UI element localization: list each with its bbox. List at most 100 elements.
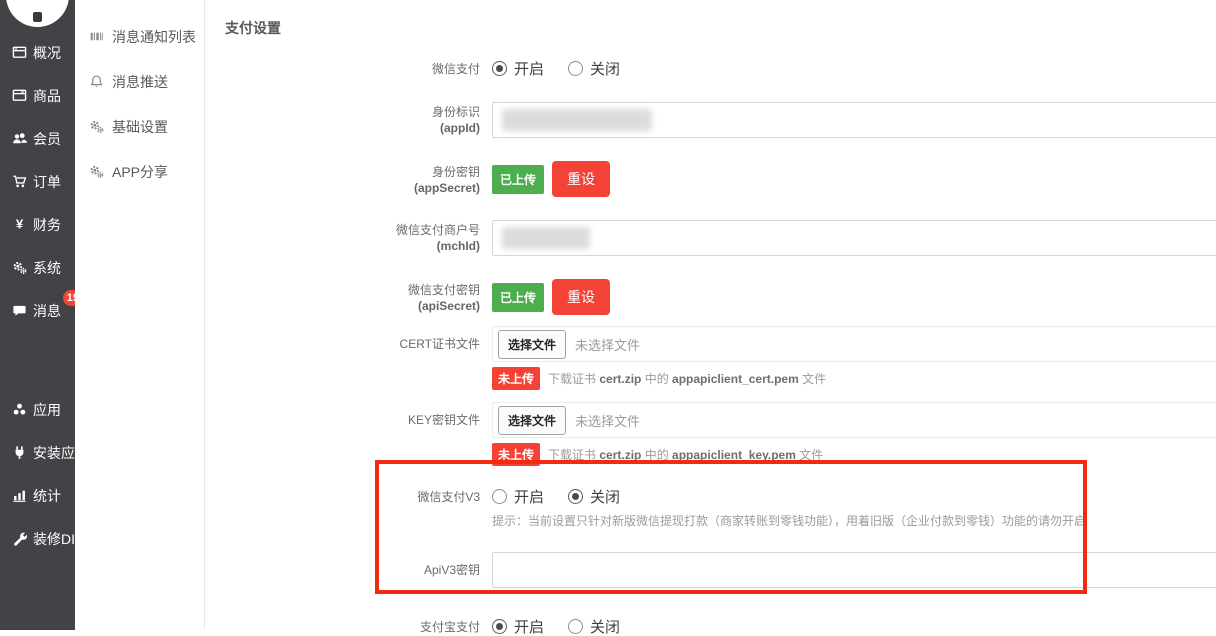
redacted-value [502,227,590,249]
app-secret-row: 身份密钥 (appSecret) 已上传 重设 [225,162,1216,196]
sidebar-item-label: 概况 [33,43,61,63]
wechat-pay-off-radio[interactable] [568,61,583,76]
main-sidebar: 概况 商品 会员 订单 [0,0,75,630]
submenu-item-label: APP分享 [112,162,168,182]
submenu-item-label: 消息推送 [112,72,168,92]
key-choose-file-button[interactable]: 选择文件 [498,406,566,435]
alipay-off-label[interactable]: 关闭 [590,616,620,636]
sidebar-item-label: 应用 [33,400,61,420]
apps-icon [11,402,27,418]
goods-icon [11,88,27,104]
wechat-v3-label: 微信支付V3 [225,486,492,530]
cert-file-hint: 下载证书 cert.zip 中的 appapiclient_cert.pem 文… [548,370,826,387]
app-secret-uploaded-badge: 已上传 [492,165,544,194]
alipay-label: 支付宝支付 [225,616,492,636]
submenu-item-basic-settings[interactable]: 基础设置 [75,104,204,149]
payment-settings-page: 支付设置 微信支付 开启 关闭 身份标识 (appId) [205,0,1216,636]
mch-id-input[interactable] [492,220,1216,256]
cert-file-row: CERT证书文件 选择文件 未选择文件 未上传 下载证书 cert.zip 中的… [225,326,1216,388]
api-secret-uploaded-badge: 已上传 [492,283,544,312]
admin-app: 概况 商品 会员 订单 [0,0,1216,636]
sidebar-item-finance[interactable]: ¥ 财务 [0,203,75,246]
cert-file-label: CERT证书文件 [225,326,492,388]
apiv3-key-label: ApiV3密钥 [225,552,492,588]
wechat-v3-on-radio[interactable] [492,489,507,504]
members-icon [11,131,27,147]
app-id-input[interactable] [492,102,1216,138]
alipay-row: 支付宝支付 开启 关闭 [225,616,1216,636]
sidebar-item-label: 订单 [33,172,61,192]
stats-icon [11,488,27,504]
key-file-hint: 下载证书 cert.zip 中的 appapiclient_key.pem 文件 [548,446,823,463]
api-secret-reset-button[interactable]: 重设 [552,279,610,315]
wechat-v3-on-label[interactable]: 开启 [514,486,544,507]
system-icon [11,260,27,276]
list-icon [88,29,104,45]
sidebar-item-label: 消息 19 [33,301,61,321]
cert-choose-file-button[interactable]: 选择文件 [498,330,566,359]
sidebar-item-messages[interactable]: 消息 19 [0,289,75,332]
sidebar-item-label: 商品 [33,86,61,106]
api-secret-row: 微信支付密钥 (apiSecret) 已上传 重设 [225,280,1216,314]
wechat-v3-off-label[interactable]: 关闭 [590,486,620,507]
apiv3-key-input[interactable] [492,552,1216,588]
sidebar-item-label: 系统 [33,258,61,278]
apiv3-key-row: ApiV3密钥 [225,552,1216,588]
diy-icon [11,531,27,547]
submenu-item-message-push[interactable]: 消息推送 [75,59,204,104]
wechat-pay-row: 微信支付 开启 关闭 [225,58,1216,78]
app-id-label: 身份标识 (appId) [225,102,492,138]
submenu-item-label: 消息通知列表 [112,27,196,47]
finance-icon: ¥ [11,217,27,233]
sidebar-item-orders[interactable]: 订单 [0,160,75,203]
wechat-pay-off-label[interactable]: 关闭 [590,58,620,79]
alipay-on-radio[interactable] [492,619,507,634]
sidebar-item-install-apps[interactable]: 安装应用 [0,431,75,474]
gears-icon [88,164,104,180]
sidebar-item-diy[interactable]: 装修DIY [0,517,75,560]
wechat-pay-label: 微信支付 [225,58,492,78]
app-secret-reset-button[interactable]: 重设 [552,161,610,197]
orders-icon [11,174,27,190]
submenu-item-message-list[interactable]: 消息通知列表 [75,14,204,59]
cert-no-file-text: 未选择文件 [575,335,640,354]
install-apps-icon [11,445,27,461]
app-id-row: 身份标识 (appId) [225,102,1216,138]
overview-icon [11,45,27,61]
wechat-v3-off-radio[interactable] [568,489,583,504]
sidebar-item-goods[interactable]: 商品 [0,74,75,117]
avatar-image [33,12,42,22]
sidebar-gap [0,332,75,388]
wechat-v3-row: 微信支付V3 开启 关闭 提示：当前设置只针对新版微信提现打款（商家转账到零钱功… [225,486,1216,530]
settings-submenu: 消息通知列表 消息推送 基础设置 APP分享 [75,0,205,630]
main-nav: 概况 商品 会员 订单 [0,0,75,560]
cert-file-input[interactable]: 选择文件 未选择文件 [492,326,1216,362]
alipay-off-radio[interactable] [568,619,583,634]
bell-icon [88,74,104,90]
svg-text:¥: ¥ [15,217,23,232]
wechat-pay-on-label[interactable]: 开启 [514,58,544,79]
key-file-input[interactable]: 选择文件 未选择文件 [492,402,1216,438]
messages-icon [11,303,27,319]
mch-id-row: 微信支付商户号 (mchId) [225,220,1216,256]
wechat-v3-hint: 提示：当前设置只针对新版微信提现打款（商家转账到零钱功能），用着旧版（企业付款到… [492,513,1216,530]
key-no-file-text: 未选择文件 [575,411,640,430]
sidebar-item-stats[interactable]: 统计 [0,474,75,517]
gears-icon [88,119,104,135]
sidebar-item-label: 会员 [33,129,61,149]
submenu-item-label: 基础设置 [112,117,168,137]
submenu-item-app-share[interactable]: APP分享 [75,149,204,194]
key-file-label: KEY密钥文件 [225,402,492,464]
mch-id-label: 微信支付商户号 (mchId) [225,220,492,256]
sidebar-item-system[interactable]: 系统 [0,246,75,289]
sidebar-item-apps[interactable]: 应用 [0,388,75,431]
key-not-uploaded-badge: 未上传 [492,443,540,466]
alipay-on-label[interactable]: 开启 [514,616,544,636]
redacted-value [502,109,652,131]
sidebar-item-label: 财务 [33,215,61,235]
page-title: 支付设置 [225,18,1216,38]
wechat-pay-on-radio[interactable] [492,61,507,76]
sidebar-item-label: 统计 [33,486,61,506]
sidebar-item-members[interactable]: 会员 [0,117,75,160]
sidebar-item-overview[interactable]: 概况 [0,31,75,74]
